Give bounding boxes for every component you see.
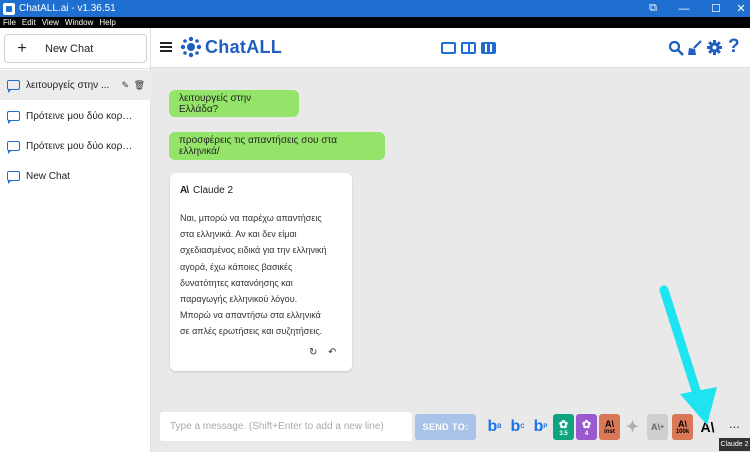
chat-area: λειτουργείς στην Ελλάδα? προσφέρεις τις … bbox=[151, 68, 750, 452]
menu-edit[interactable]: Edit bbox=[22, 18, 36, 27]
search-icon[interactable] bbox=[668, 40, 684, 56]
bot-header: A\ Claude 2 bbox=[180, 185, 233, 196]
chat-icon bbox=[7, 141, 20, 154]
chat-item-label: λειτουργείς στην ... bbox=[26, 79, 110, 91]
bot-sub: inst bbox=[604, 429, 615, 435]
menu-help[interactable]: Help bbox=[99, 18, 115, 27]
bot-glyph: A\ bbox=[650, 422, 660, 432]
bing-creative-bot-icon[interactable]: bC bbox=[507, 414, 528, 440]
bot-response-text: Ναι, μπορώ να παρέχω απαντήσεις στα ελλη… bbox=[180, 210, 345, 340]
user-message-bubble: λειτουργείς στην Ελλάδα? bbox=[169, 90, 299, 117]
bot-sub: 4 bbox=[584, 430, 589, 437]
menu-window[interactable]: Window bbox=[65, 18, 93, 27]
menu-file[interactable]: File bbox=[3, 18, 16, 27]
three-column-icon[interactable] bbox=[481, 42, 496, 54]
bot-sub: + bbox=[659, 423, 665, 431]
sidebar-divider bbox=[0, 68, 151, 69]
logo-icon bbox=[180, 36, 202, 58]
reply-icon[interactable]: ↶ bbox=[328, 347, 336, 358]
bot-sub: 3.5 bbox=[559, 430, 568, 437]
logo-text: ChatALL bbox=[205, 36, 283, 57]
edit-icon[interactable]: ✎ bbox=[121, 80, 129, 91]
user-message-text: προσφέρεις τις απαντήσεις σου στα ελληνι… bbox=[179, 135, 338, 157]
chat-icon bbox=[7, 111, 20, 124]
user-message-text: λειτουργείς στην Ελλάδα? bbox=[179, 92, 252, 115]
message-input-placeholder: Type a message. (Shift+Enter to add a ne… bbox=[170, 421, 384, 432]
chat-item-label: Πρότεινε μου δύο κορυφαί... bbox=[26, 140, 136, 152]
restore-window-icon[interactable]: ⧉ bbox=[640, 0, 666, 17]
bot-tooltip: Claude 2 bbox=[719, 438, 750, 451]
app-logo: ChatALL bbox=[180, 36, 282, 58]
new-chat-label: New Chat bbox=[45, 42, 94, 55]
menu-icon[interactable] bbox=[160, 42, 172, 52]
claude-plus-bot-icon[interactable]: A\ + bbox=[647, 414, 668, 440]
more-bots-button[interactable]: ... bbox=[729, 416, 740, 431]
claude-logo-icon: A\ bbox=[180, 185, 189, 196]
maximize-button[interactable]: ☐ bbox=[703, 0, 729, 17]
bot-name: Claude 2 bbox=[193, 185, 234, 196]
help-icon[interactable]: ? bbox=[728, 36, 740, 58]
sidebar-chat-item[interactable]: Πρότεινε μου δύο κορυφαί... bbox=[0, 131, 151, 161]
response-line: Ναι, μπορώ να παρέχω απαντήσεις bbox=[180, 213, 322, 223]
send-button[interactable]: SEND TO: bbox=[415, 414, 476, 440]
response-line: παραγωγής ελληνικού λόγου. bbox=[180, 294, 298, 305]
bot-sub: P bbox=[543, 424, 548, 430]
sidebar-chat-item[interactable]: New Chat bbox=[0, 161, 151, 191]
bing-precise-bot-icon[interactable]: bP bbox=[530, 414, 551, 440]
menubar: File Edit View Window Help bbox=[0, 17, 750, 28]
chat-icon bbox=[7, 80, 20, 93]
two-column-icon[interactable] bbox=[461, 42, 476, 54]
bot-glyph: b bbox=[487, 418, 498, 435]
bing-balanced-bot-icon[interactable]: bB bbox=[484, 414, 505, 440]
chat-item-label: Πρότεινε μου δύο κορυφαί... bbox=[26, 110, 136, 122]
bot-sub: B bbox=[497, 424, 502, 430]
new-chat-button[interactable]: + New Chat bbox=[4, 34, 147, 63]
response-line: στα ελληνικά. Αν και δεν είμαι bbox=[180, 229, 297, 240]
menu-view[interactable]: View bbox=[42, 18, 59, 27]
app-header: ChatALL ? bbox=[151, 28, 750, 68]
window-title: ChatALL.ai - v1.36.51 bbox=[19, 3, 116, 14]
response-line: σχεδιασμένος ειδικά για την ελληνική bbox=[180, 245, 327, 256]
gear-icon[interactable] bbox=[706, 39, 723, 56]
claude-instant-bot-icon[interactable]: A\ inst bbox=[599, 414, 620, 440]
bot-glyph: ✿ bbox=[558, 418, 569, 431]
bot-sub: 100k bbox=[675, 429, 690, 435]
bot-glyph: b bbox=[533, 418, 544, 435]
clear-brush-icon[interactable] bbox=[686, 39, 703, 56]
chat-item-label: New Chat bbox=[26, 170, 70, 182]
bot-glyph: A\ bbox=[678, 419, 687, 429]
bot-glyph: ✿ bbox=[581, 418, 592, 431]
minimize-button[interactable]: — bbox=[671, 0, 697, 17]
delete-icon[interactable]: 🗑 bbox=[134, 80, 145, 91]
sidebar: + New Chat λειτουργείς στην ... ✎ 🗑 Πρότ… bbox=[0, 28, 151, 452]
sidebar-chat-item[interactable]: Πρότεινε μου δύο κορυφαί... bbox=[0, 101, 151, 131]
window-titlebar: ChatALL.ai - v1.36.51 ⧉ — ☐ ✕ bbox=[0, 0, 750, 17]
message-input[interactable]: Type a message. (Shift+Enter to add a ne… bbox=[160, 412, 412, 441]
claude-2-bot-icon[interactable]: A\ bbox=[697, 414, 718, 440]
bard-bot-icon[interactable]: ✦ bbox=[622, 414, 643, 440]
bot-response-card: A\ Claude 2 Ναι, μπορώ να παρέχω απαντήσ… bbox=[170, 173, 352, 371]
chatgpt-4-bot-icon[interactable]: ✿ 4 bbox=[576, 414, 597, 440]
chat-icon bbox=[7, 171, 20, 184]
chatgpt-35-bot-icon[interactable]: ✿ 3.5 bbox=[553, 414, 574, 440]
refresh-icon[interactable]: ↻ bbox=[309, 347, 317, 358]
plus-icon: + bbox=[17, 39, 27, 57]
column-switcher bbox=[441, 42, 501, 54]
app-icon bbox=[3, 2, 15, 15]
sidebar-chat-item[interactable]: λειτουργείς στην ... ✎ 🗑 bbox=[0, 70, 151, 100]
response-line: δυνατότητες κατανόησης και bbox=[180, 277, 293, 288]
one-column-icon[interactable] bbox=[441, 42, 456, 54]
response-line: σε απλές ερωτήσεις και συζητήσεις. bbox=[180, 326, 323, 337]
response-line: αγορά, έχω κάποιες βασικές bbox=[180, 261, 293, 272]
bot-glyph: ✦ bbox=[625, 419, 640, 436]
bot-glyph: b bbox=[510, 418, 521, 435]
claude-100k-bot-icon[interactable]: A\ 100k bbox=[672, 414, 693, 440]
user-message-bubble: προσφέρεις τις απαντήσεις σου στα ελληνι… bbox=[169, 132, 385, 160]
bot-glyph: A\ bbox=[605, 419, 614, 429]
bot-sub: C bbox=[520, 424, 525, 430]
bot-glyph: A\ bbox=[700, 419, 715, 435]
response-line: Μπορώ να απαντήσω στα ελληνικά bbox=[180, 310, 321, 321]
close-button[interactable]: ✕ bbox=[728, 0, 750, 17]
